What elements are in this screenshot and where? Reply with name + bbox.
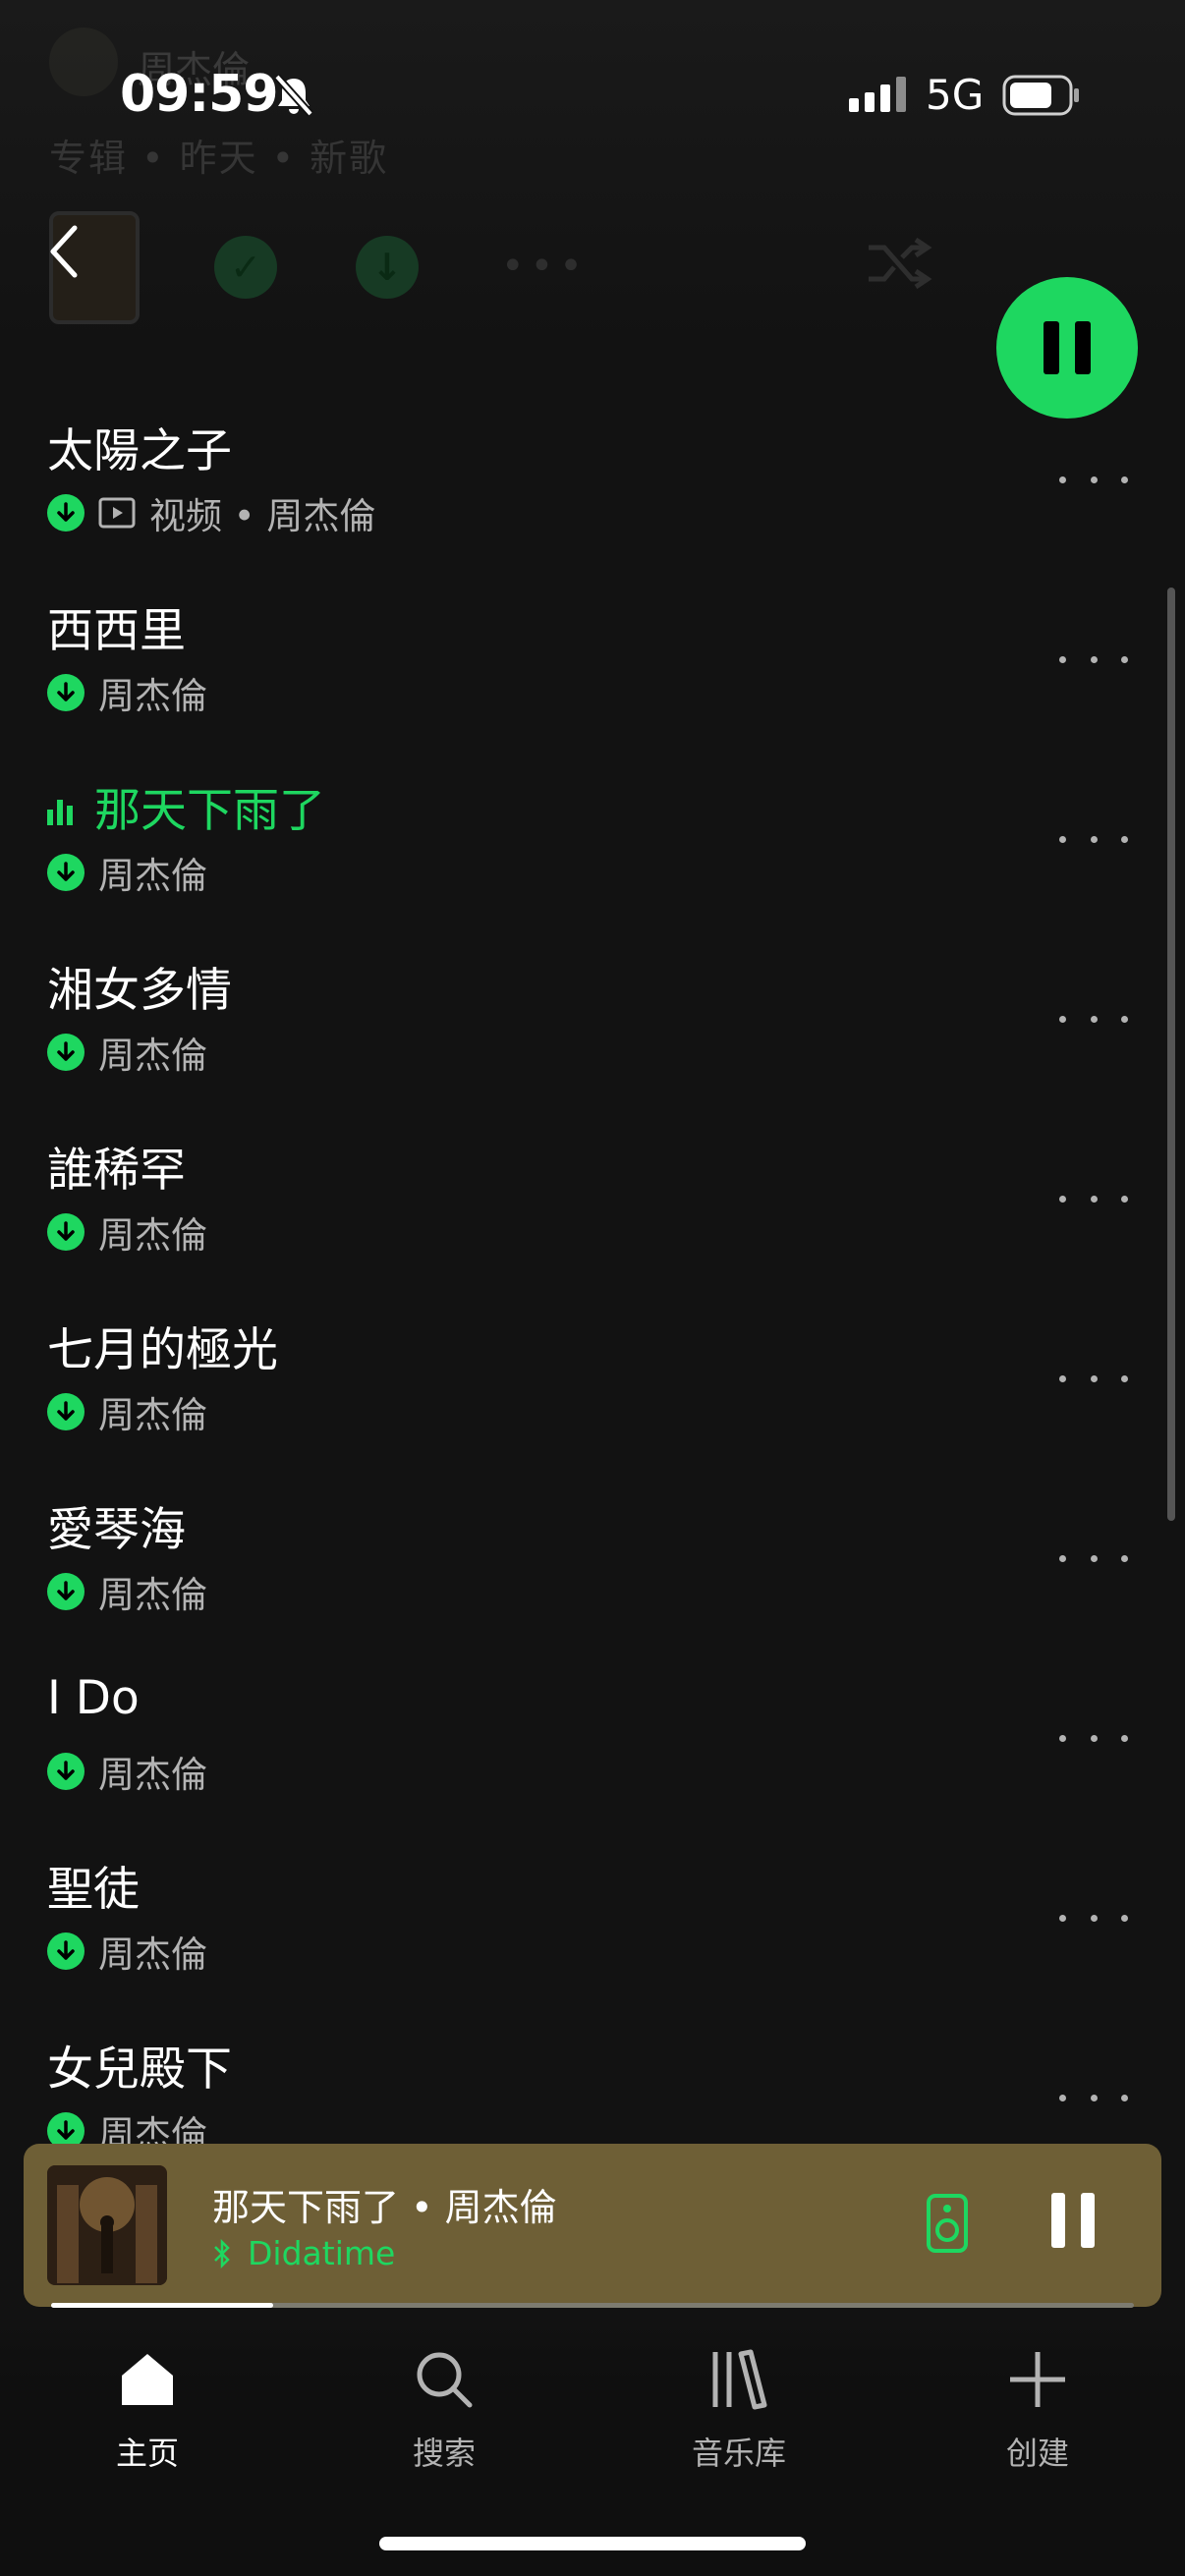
nav-library[interactable]: 音乐库 [660, 2348, 818, 2505]
downloaded-icon [47, 1573, 85, 1610]
play-pause-button[interactable] [996, 277, 1138, 419]
track-title: 女兒殿下 [47, 2043, 232, 2097]
track-subtitle: 周杰倫 [47, 1390, 207, 1436]
track-more-button[interactable] [1059, 821, 1128, 857]
downloaded-icon [47, 1034, 85, 1071]
track-title: 誰稀罕 [47, 1144, 186, 1198]
downloaded-icon [47, 1753, 85, 1790]
now-playing-cover[interactable] [47, 2165, 167, 2285]
more-options-icon[interactable]: ••• [501, 244, 589, 289]
video-icon [98, 497, 136, 529]
now-playing-equalizer-icon [47, 800, 73, 825]
track-title: 聖徒 [47, 1863, 140, 1917]
track-subtitle: 周杰倫 [47, 1031, 207, 1077]
nav-create[interactable]: 创建 [959, 2348, 1116, 2505]
pause-icon [1044, 321, 1059, 374]
track-row[interactable]: 太陽之子视频 • 周杰倫 [0, 413, 1159, 592]
network-type: 5G [926, 71, 985, 119]
track-row[interactable]: I Do 周杰倫 [0, 1671, 1159, 1851]
track-title: 愛琴海 [47, 1503, 186, 1557]
track-subtitle: 周杰倫 [47, 1750, 207, 1796]
saved-check-icon[interactable]: ✓ [214, 236, 277, 299]
downloaded-icon [47, 1393, 85, 1430]
track-artist: 周杰倫 [98, 1574, 207, 1616]
track-subtitle: 周杰倫 [47, 1930, 207, 1976]
downloaded-icon [47, 494, 85, 532]
plus-icon [1010, 2352, 1065, 2407]
track-title: I Do [47, 1671, 140, 1725]
track-row[interactable]: 那天下雨了周杰倫 [0, 772, 1159, 952]
nav-home[interactable]: 主页 [69, 2348, 226, 2505]
track-title: 西西里 [47, 604, 186, 658]
track-more-button[interactable] [1059, 462, 1128, 497]
cellular-signal-icon [849, 77, 906, 112]
home-indicator[interactable] [379, 2537, 806, 2550]
track-artist: 周杰倫 [98, 675, 207, 717]
track-row[interactable]: 誰稀罕周杰倫 [0, 1132, 1159, 1312]
track-subtitle: 周杰倫 [47, 671, 207, 717]
search-icon [417, 2352, 473, 2408]
track-artist: 视频 • 周杰倫 [149, 495, 376, 537]
track-row[interactable]: 七月的極光周杰倫 [0, 1312, 1159, 1491]
track-more-button[interactable] [1059, 1361, 1128, 1396]
status-time: 09:59 [120, 65, 279, 124]
track-title: 太陽之子 [47, 424, 232, 478]
home-icon [122, 2354, 173, 2405]
nav-label-create: 创建 [1005, 2435, 1069, 2472]
playback-progress[interactable] [51, 2303, 1134, 2308]
track-more-button[interactable] [1059, 2080, 1128, 2115]
track-artist: 周杰倫 [98, 1394, 207, 1436]
track-more-button[interactable] [1059, 1900, 1128, 1935]
track-subtitle: 周杰倫 [47, 1570, 207, 1616]
nav-label-home: 主页 [115, 2435, 179, 2472]
track-row[interactable]: 愛琴海周杰倫 [0, 1491, 1159, 1671]
track-subtitle: 视频 • 周杰倫 [47, 491, 375, 537]
nav-search[interactable]: 搜索 [366, 2348, 523, 2505]
library-icon [712, 2349, 767, 2410]
track-more-button[interactable] [1059, 1001, 1128, 1036]
downloaded-icon[interactable]: ↓ [356, 236, 419, 299]
downloaded-icon [47, 1932, 85, 1970]
nav-label-search: 搜索 [412, 2435, 476, 2472]
track-artist: 周杰倫 [98, 1754, 207, 1796]
track-more-button[interactable] [1059, 1540, 1128, 1576]
downloaded-icon [47, 854, 85, 891]
mini-pause-button[interactable] [1051, 2193, 1110, 2248]
downloaded-icon [47, 1213, 85, 1251]
device-name: Didatime [248, 2234, 396, 2272]
bell-muted-icon [274, 74, 313, 117]
nav-label-library: 音乐库 [691, 2435, 786, 2472]
track-title: 那天下雨了 [94, 784, 325, 838]
track-title: 湘女多情 [47, 964, 232, 1018]
status-bar: 09:59 5G [0, 0, 1185, 196]
track-more-button[interactable] [1059, 1720, 1128, 1756]
shuffle-icon[interactable] [865, 234, 935, 293]
track-artist: 周杰倫 [98, 1214, 207, 1257]
mini-player[interactable]: 那天下雨了 • 周杰倫 Didatime [24, 2144, 1161, 2307]
track-more-button[interactable] [1059, 642, 1128, 677]
chevron-left-icon [50, 225, 78, 278]
battery-icon [1002, 75, 1079, 116]
bluetooth-icon [214, 2238, 230, 2268]
track-row[interactable]: 西西里周杰倫 [0, 592, 1159, 772]
scrollbar[interactable] [1167, 588, 1175, 1521]
connect-device-button[interactable] [926, 2193, 969, 2254]
connected-device[interactable]: Didatime [212, 2234, 395, 2272]
now-playing-title[interactable]: 那天下雨了 • 周杰倫 [212, 2177, 557, 2231]
track-title: 七月的極光 [47, 1323, 278, 1377]
track-artist: 周杰倫 [98, 1933, 207, 1976]
track-subtitle: 周杰倫 [47, 851, 207, 897]
downloaded-icon [47, 674, 85, 711]
track-subtitle: 周杰倫 [47, 1210, 207, 1257]
track-artist: 周杰倫 [98, 1035, 207, 1077]
track-row[interactable]: 湘女多情周杰倫 [0, 952, 1159, 1132]
track-artist: 周杰倫 [98, 855, 207, 897]
track-row[interactable]: 聖徒周杰倫 [0, 1851, 1159, 2031]
back-button[interactable] [47, 222, 96, 281]
track-more-button[interactable] [1059, 1181, 1128, 1216]
